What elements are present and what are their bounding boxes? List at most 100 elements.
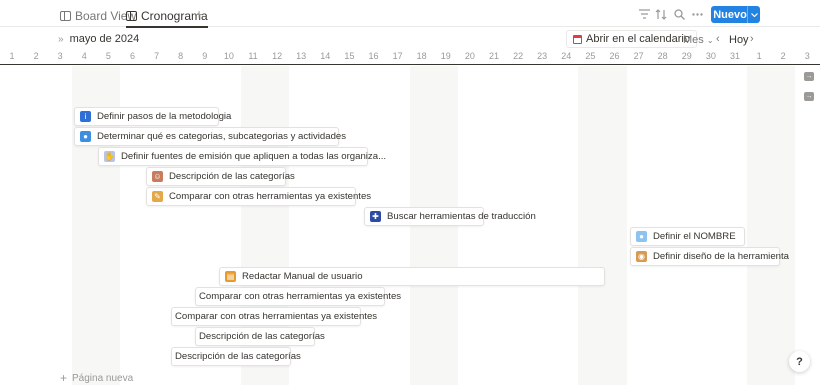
task-label: Comparar con otras herramientas ya exist… xyxy=(199,290,402,302)
view-toolbar: Board View Cronograma + Nuevo xyxy=(0,0,820,28)
previous-arrow-icon[interactable]: ‹ xyxy=(716,33,720,45)
chevron-down-icon[interactable] xyxy=(747,6,760,23)
palette-icon: ◉ xyxy=(636,250,647,262)
task-label: Definir fuentes de emisión que apliquen … xyxy=(121,150,387,162)
scale-label: Mes xyxy=(683,34,704,46)
scale-select[interactable]: Mes ⌄ xyxy=(683,34,714,46)
day-number: 27 xyxy=(633,51,644,61)
speech-bubble-icon: ● xyxy=(636,230,647,242)
weekend-column xyxy=(578,66,627,385)
task-label: Definir diseño de la herramienta xyxy=(653,250,789,262)
day-number: 3 xyxy=(57,51,63,61)
info-icon: i xyxy=(80,110,91,122)
day-number: 6 xyxy=(129,51,135,61)
open-calendar-button[interactable]: Abrir en el calendario xyxy=(566,30,697,48)
day-number: 25 xyxy=(585,51,596,61)
day-number: 1 xyxy=(756,51,762,61)
day-number: 14 xyxy=(320,51,331,61)
pencil-icon: ✎ xyxy=(152,190,163,202)
filter-icon[interactable] xyxy=(637,7,651,21)
timeline-task[interactable]: ▤ Redactar Manual de usuario xyxy=(219,267,605,286)
day-number: 28 xyxy=(657,51,668,61)
hand-icon: ✋ xyxy=(104,150,115,162)
day-number: 2 xyxy=(780,51,786,61)
day-number: 1 xyxy=(9,51,15,61)
task-label: Definir el NOMBRE xyxy=(653,230,736,242)
speech-bubble-icon: ● xyxy=(80,130,91,142)
help-button[interactable]: ? xyxy=(789,351,810,372)
day-number: 19 xyxy=(440,51,451,61)
day-number: 11 xyxy=(248,51,258,61)
timeline-task[interactable]: ✋ Definir fuentes de emisión que apliquen… xyxy=(98,147,387,166)
timeline-task[interactable]: Comparar con otras herramientas ya exist… xyxy=(171,307,378,326)
day-number: 21 xyxy=(488,51,499,61)
month-title: » mayo de 2024 xyxy=(58,33,139,45)
day-number: 2 xyxy=(33,51,39,61)
new-button-label: Nuevo xyxy=(713,8,747,21)
notebook-icon: ▤ xyxy=(225,270,236,282)
timeline-task[interactable]: Comparar con otras herramientas ya exist… xyxy=(195,287,402,306)
timeline-task[interactable]: Descripción de las categorías xyxy=(195,327,325,346)
timeline-task[interactable]: ● Determinar qué es categorias, subcatego… xyxy=(74,127,347,146)
day-number: 3 xyxy=(804,51,810,61)
day-number: 20 xyxy=(464,51,475,61)
day-number: 9 xyxy=(202,51,208,61)
month-label: mayo de 2024 xyxy=(69,33,140,45)
weekend-column xyxy=(747,66,796,385)
day-number: 10 xyxy=(223,51,234,61)
open-calendar-label: Abrir en el calendario xyxy=(586,33,690,45)
next-arrow-icon[interactable]: › xyxy=(750,33,754,45)
search-icon[interactable] xyxy=(672,7,686,21)
task-label: Comparar con otras herramientas ya exist… xyxy=(169,190,372,202)
chevron-down-icon: ⌄ xyxy=(706,36,714,45)
timeline-task[interactable]: ✎ Comparar con otras herramientas ya exis… xyxy=(146,187,372,206)
timeline-task[interactable]: ☺ Descripción de las categorías xyxy=(146,167,295,186)
timeline-task[interactable]: ● Definir el NOMBRE xyxy=(630,227,745,246)
new-page-button[interactable]: + Página nueva xyxy=(60,371,133,385)
day-number: 15 xyxy=(344,51,355,61)
today-button[interactable]: Hoy xyxy=(729,34,749,46)
timeline-task[interactable]: ✚ Buscar herramientas de traducción xyxy=(364,207,536,226)
task-label: Descripción de las categorías xyxy=(169,170,295,182)
day-number: 24 xyxy=(561,51,572,61)
task-label: Determinar qué es categorias, subcategor… xyxy=(97,130,347,142)
task-label: Buscar herramientas de traducción xyxy=(387,210,536,222)
timeline-task[interactable]: ◉ Definir diseño de la herramienta xyxy=(630,247,789,266)
scroll-right-arrow-icon[interactable]: → xyxy=(804,72,814,81)
day-number: 30 xyxy=(705,51,716,61)
day-number: 31 xyxy=(729,51,740,61)
day-number: 5 xyxy=(105,51,111,61)
person-icon: ☺ xyxy=(152,170,163,182)
expand-double-chevron-icon[interactable]: » xyxy=(58,34,64,45)
tab-board-view[interactable]: Board View xyxy=(60,6,136,26)
add-view-icon[interactable]: + xyxy=(195,7,203,21)
plus-icon: + xyxy=(60,371,68,385)
sort-icon[interactable] xyxy=(654,7,668,21)
day-number: 23 xyxy=(537,51,548,61)
calendar-icon xyxy=(573,34,582,44)
task-label: Comparar con otras herramientas ya exist… xyxy=(175,310,378,322)
new-button[interactable]: Nuevo xyxy=(711,6,760,23)
timeline-icon xyxy=(126,11,137,21)
day-number: 17 xyxy=(392,51,403,61)
day-ruler: 1 2 3 4 5 6 7 8 9 10 11 12 13 14 15 16 17 18 19 20 21 22 23 24 2… xyxy=(0,49,820,65)
day-number: 29 xyxy=(681,51,692,61)
timeline-task[interactable]: i Definir pasos de la metodologia xyxy=(74,107,232,126)
day-number: 16 xyxy=(368,51,379,61)
day-number: 4 xyxy=(81,51,87,61)
flag-icon: ✚ xyxy=(370,210,381,222)
day-number: 18 xyxy=(416,51,427,61)
new-page-label: Página nueva xyxy=(72,372,134,384)
day-number: 26 xyxy=(609,51,620,61)
day-number: 22 xyxy=(513,51,524,61)
day-number: 12 xyxy=(272,51,283,61)
task-label: Descripción de las categorías xyxy=(175,350,301,362)
board-icon xyxy=(60,11,71,21)
more-options-icon[interactable] xyxy=(690,7,704,21)
task-label: Definir pasos de la metodologia xyxy=(97,110,232,122)
scroll-right-arrow-icon[interactable]: → xyxy=(804,92,814,101)
task-label: Descripción de las categorías xyxy=(199,330,325,342)
day-number: 13 xyxy=(296,51,307,61)
timeline-task[interactable]: Descripción de las categorías xyxy=(171,347,301,366)
day-number: 8 xyxy=(178,51,184,61)
